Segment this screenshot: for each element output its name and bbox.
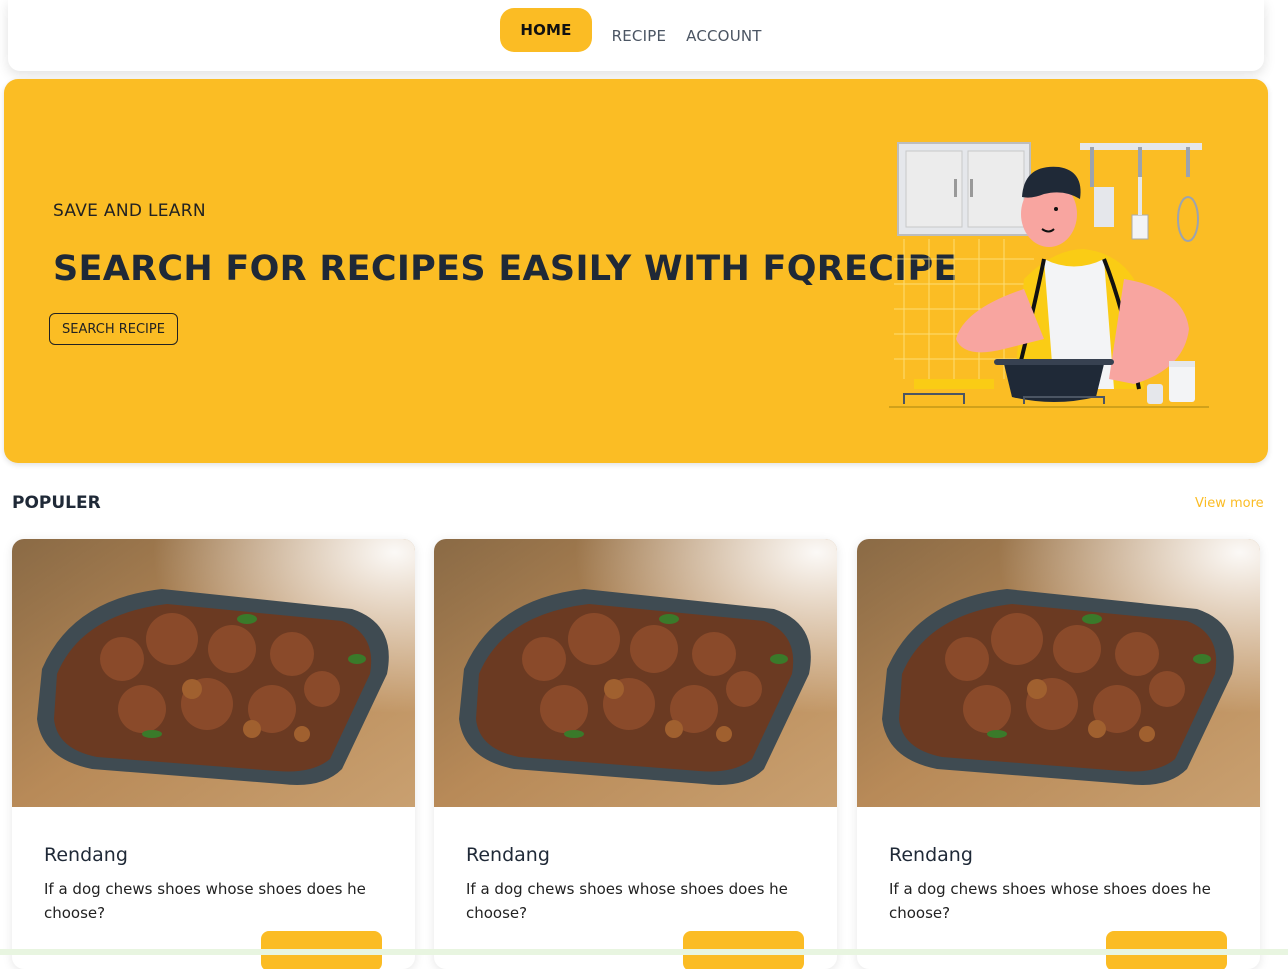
bottom-status-strip — [0, 949, 1288, 955]
recipe-image — [12, 539, 415, 807]
recipe-card[interactable]: Rendang If a dog chews shoes whose shoes… — [434, 539, 837, 969]
recipe-description: If a dog chews shoes whose shoes does he… — [889, 880, 1211, 922]
section-title-popular: POPULER — [12, 493, 101, 513]
recipe-title: Rendang — [466, 844, 550, 866]
recipe-card[interactable]: Rendang If a dog chews shoes whose shoes… — [12, 539, 415, 969]
recipe-description: If a dog chews shoes whose shoes does he… — [466, 880, 788, 922]
nav-home[interactable]: HOME — [500, 7, 592, 52]
recipe-image — [857, 539, 1260, 807]
recipe-card[interactable]: Rendang If a dog chews shoes whose shoes… — [857, 539, 1260, 969]
hero-title: SEARCH FOR RECIPES EASILY WITH FQRECIPE — [53, 249, 958, 289]
recipe-image — [434, 539, 837, 807]
search-recipe-button[interactable]: SEARCH RECIPE — [49, 313, 178, 345]
hero-eyebrow: SAVE AND LEARN — [53, 201, 206, 221]
chef-cooking-illustration — [889, 142, 1209, 408]
view-more-link[interactable]: View more — [1195, 496, 1264, 511]
hero-banner: SAVE AND LEARN SEARCH FOR RECIPES EASILY… — [4, 79, 1268, 463]
recipe-title: Rendang — [44, 844, 128, 866]
recipe-description: If a dog chews shoes whose shoes does he… — [44, 880, 366, 922]
top-navbar: HOME RECIPE ACCOUNT — [8, 0, 1264, 71]
recipe-title: Rendang — [889, 844, 973, 866]
nav-recipe[interactable]: RECIPE — [602, 15, 677, 57]
nav-account[interactable]: ACCOUNT — [676, 15, 772, 57]
